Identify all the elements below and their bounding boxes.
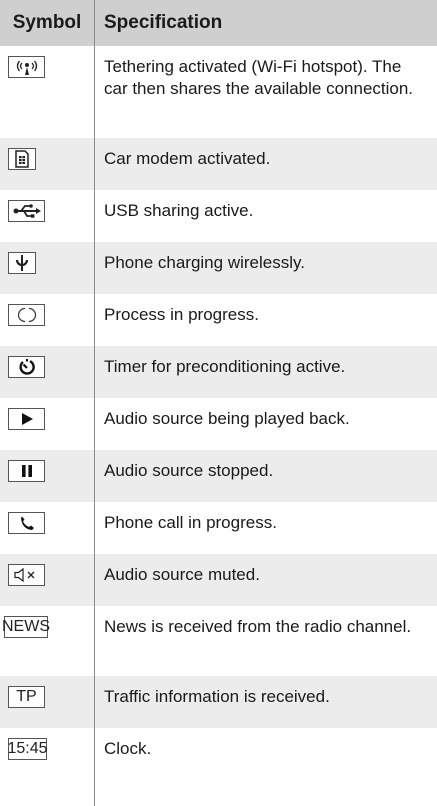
wifi-hotspot-icon xyxy=(8,56,45,78)
pause-icon xyxy=(8,460,45,482)
progress-circle-icon xyxy=(8,304,45,326)
spec-text: Timer for preconditioning active. xyxy=(104,357,346,376)
symbol-table: Symbol Specification Tethering activated… xyxy=(0,0,437,780)
spec-text: Audio source being played back. xyxy=(104,409,350,428)
spec-text: Tethering activated (Wi-Fi hotspot). The… xyxy=(104,57,414,98)
spec-text: News is received from the radio channel. xyxy=(104,617,412,636)
spec-text: Audio source muted. xyxy=(104,565,260,584)
sim-card-icon xyxy=(8,148,36,170)
table-row: Tethering activated (Wi-Fi hotspot). The… xyxy=(0,46,437,138)
table-row: TP Traffic information is received. xyxy=(0,676,437,728)
table-row: NEWS News is received from the radio cha… xyxy=(0,606,437,676)
table-row: USB sharing active. xyxy=(0,190,437,242)
mute-icon xyxy=(8,564,45,586)
clock-icon: 15:45 xyxy=(7,738,48,760)
phone-icon xyxy=(8,512,45,534)
table-row: Phone call in progress. xyxy=(0,502,437,554)
usb-icon xyxy=(8,200,45,222)
timer-icon xyxy=(8,356,45,378)
spec-text: Traffic information is received. xyxy=(104,687,330,706)
spec-text: Clock. xyxy=(104,739,152,758)
wireless-charging-icon xyxy=(8,252,36,274)
table-row: Car modem activated. xyxy=(0,138,437,190)
spec-text: USB sharing active. xyxy=(104,201,254,220)
news-icon: NEWS xyxy=(2,616,50,638)
column-divider xyxy=(94,755,95,806)
table-row: Audio source stopped. xyxy=(0,450,437,502)
play-icon xyxy=(8,408,45,430)
spec-text: Audio source stopped. xyxy=(104,461,274,480)
table-header: Symbol Specification xyxy=(0,0,437,46)
traffic-info-icon: TP xyxy=(8,686,45,708)
table-row: Audio source being played back. xyxy=(0,398,437,450)
spec-text: Car modem activated. xyxy=(104,149,271,168)
header-symbol: Symbol xyxy=(0,0,95,46)
table-row: 15:45 Clock. xyxy=(0,728,437,780)
spec-text: Process in progress. xyxy=(104,305,259,324)
table-row: Process in progress. xyxy=(0,294,437,346)
table-row: Timer for preconditioning active. xyxy=(0,346,437,398)
spec-text: Phone call in progress. xyxy=(104,513,277,532)
spec-text: Phone charging wirelessly. xyxy=(104,253,305,272)
header-specification: Specification xyxy=(104,12,223,33)
table-row: Audio source muted. xyxy=(0,554,437,606)
table-row: Phone charging wirelessly. xyxy=(0,242,437,294)
